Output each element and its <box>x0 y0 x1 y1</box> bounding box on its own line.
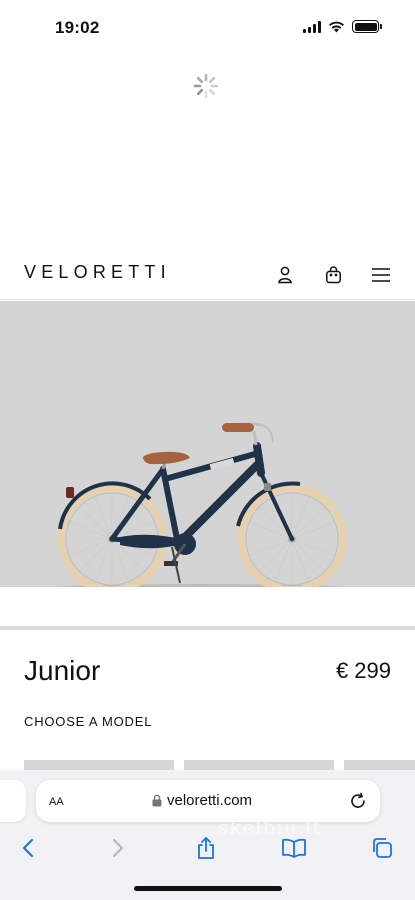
forward-icon[interactable] <box>104 834 132 862</box>
hero-floor <box>0 587 415 627</box>
text-size-label: AA <box>49 796 64 808</box>
address-bar[interactable]: AA veloretti.com <box>36 780 380 822</box>
wifi-icon <box>329 21 344 33</box>
text-size-button[interactable]: AA <box>49 792 64 809</box>
cart-icon[interactable] <box>321 263 345 287</box>
status-bar: 19:02 <box>0 0 415 56</box>
back-icon[interactable] <box>14 834 42 862</box>
choose-model-label: CHOOSE A MODEL <box>24 714 153 729</box>
section-divider <box>0 626 415 630</box>
battery-icon <box>352 20 382 33</box>
bookmarks-icon[interactable] <box>280 834 308 862</box>
status-time: 19:02 <box>55 18 100 37</box>
url-group[interactable]: veloretti.com <box>152 792 252 809</box>
share-icon[interactable] <box>192 834 220 862</box>
reload-icon[interactable] <box>348 791 368 811</box>
status-icons <box>303 20 382 33</box>
account-icon[interactable] <box>273 263 297 287</box>
loading-spinner-icon <box>193 73 219 99</box>
header-actions <box>273 263 393 287</box>
browser-bottom-bar: AA veloretti.com skelbiu.lt <box>0 770 415 900</box>
product-name: Junior <box>24 655 101 686</box>
product-price: € 299 <box>335 658 391 683</box>
url-text: veloretti.com <box>167 792 253 809</box>
home-indicator[interactable] <box>134 886 282 891</box>
hero-image <box>0 301 415 594</box>
previous-tab-preview[interactable] <box>0 780 26 822</box>
bike-illustration <box>50 422 350 594</box>
cellular-signal-icon <box>303 20 321 33</box>
browser-toolbar <box>0 830 415 870</box>
site-header: VELORETTI <box>0 250 415 300</box>
veloretti-logo[interactable]: VELORETTI <box>24 262 171 283</box>
menu-icon[interactable] <box>369 263 393 287</box>
tabs-icon[interactable] <box>368 834 396 862</box>
lock-icon <box>152 794 162 807</box>
